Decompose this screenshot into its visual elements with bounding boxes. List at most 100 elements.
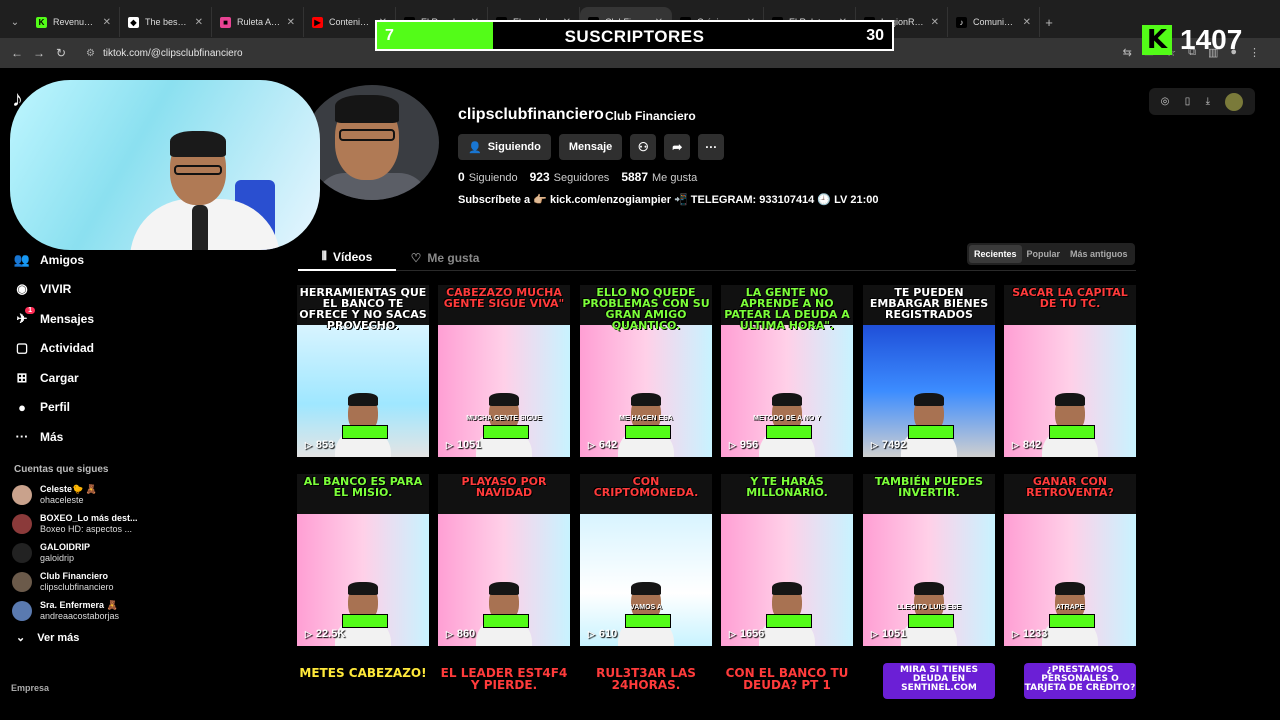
following-account[interactable]: BOXEO_Lo más dest... Boxeo HD: aspectos .… xyxy=(0,510,150,539)
coins-icon[interactable]: ◎ xyxy=(1161,96,1170,107)
video-card[interactable]: AL BANCO ES PARA EL MISIO. ▷ 22.5K xyxy=(297,474,429,646)
video-card[interactable]: LA GENTE NO APRENDE A NO PATEAR LA DEUDA… xyxy=(721,285,853,457)
play-icon: ▷ xyxy=(871,628,878,639)
play-icon: ▷ xyxy=(305,628,312,639)
following-account[interactable]: Sra. Enfermera 🧸 andreaacostaborjas xyxy=(0,597,150,626)
sort-recent[interactable]: Recientes xyxy=(969,245,1022,263)
sidebar-item-vivir[interactable]: ◉ VIVIR xyxy=(0,275,150,305)
video-card[interactable]: ¿PRESTAMOS PERSONALES O TARJETA DE CREDI… xyxy=(1004,663,1136,699)
upload-icon: ⊞ xyxy=(14,370,30,386)
following-account-name: GALOIDRIP xyxy=(40,542,91,552)
reload-icon[interactable]: ↻ xyxy=(50,42,72,64)
sort-oldest[interactable]: Más antiguos xyxy=(1065,245,1133,263)
following-stat[interactable]: 0 Siguiendo xyxy=(458,170,518,184)
video-card[interactable]: RUL3T3AR LAS 24HORAS. xyxy=(580,663,712,699)
sidebar-item-cargar[interactable]: ⊞ Cargar xyxy=(0,363,150,393)
view-count: 860 xyxy=(456,628,476,640)
video-card[interactable]: HERRAMIENTAS QUE EL BANCO TE OFRECE Y NO… xyxy=(297,285,429,457)
see-more-button[interactable]: ⌄ Ver más xyxy=(0,626,150,650)
video-card[interactable]: CON CRIPTOMONEDA. VAMOS A ▷ 610 xyxy=(580,474,712,646)
following-heading: Cuentas que sigues xyxy=(14,463,109,475)
video-card[interactable]: GANAR CON RETROVENTA? ATRAPE ▷ 1233 xyxy=(1004,474,1136,646)
browser-menu-icon[interactable]: ⋮ xyxy=(1249,46,1260,59)
close-tab-icon[interactable]: ✕ xyxy=(195,17,203,28)
close-tab-icon[interactable]: ✕ xyxy=(287,17,295,28)
new-tab-icon[interactable]: + xyxy=(1040,13,1058,31)
browser-tab[interactable]: K Revenue - K ✕ xyxy=(28,7,120,37)
view-count: 22.5K xyxy=(315,628,346,640)
add-user-icon: ⚇ xyxy=(637,140,649,154)
tab-videos[interactable]: ⦀ Vídeos xyxy=(298,244,396,271)
video-caption: CON CRIPTOMONEDA. xyxy=(593,475,699,499)
following-account[interactable]: Celeste🐤 🧸 ohaceleste xyxy=(0,481,150,510)
video-subtitle: LLEGITO LUIS ESE xyxy=(896,604,962,611)
following-account-name: Club Financiero xyxy=(40,571,109,581)
video-card[interactable]: Y TE HARÁS MILLONARIO. ▷ 1656 xyxy=(721,474,853,646)
tab-likes[interactable]: ♡ Me gusta xyxy=(396,244,494,271)
video-card[interactable]: PLAYASO POR NAVIDAD ▷ 860 xyxy=(438,474,570,646)
video-card[interactable]: CON EL BANCO TU DEUDA? PT 1 xyxy=(721,663,853,699)
view-count: 610 xyxy=(598,628,618,640)
tab-title: Contenido d xyxy=(329,17,373,27)
play-icon: ▷ xyxy=(446,628,453,639)
following-account-text: BOXEO_Lo más dest... Boxeo HD: aspectos .… xyxy=(40,513,138,535)
tab-search-icon[interactable]: ⌄ xyxy=(6,13,24,31)
close-tab-icon[interactable]: ✕ xyxy=(931,17,939,28)
following-account-text: GALOIDRIP galoidrip xyxy=(40,542,90,564)
browser-tab[interactable]: ■ Ruleta Aleat ✕ xyxy=(212,7,304,37)
browser-tab[interactable]: ♪ Comunidad ✕ xyxy=(948,7,1040,37)
video-card[interactable]: SACAR LA CAPITAL DE TU TC. ▷ 842 xyxy=(1004,285,1136,457)
message-button[interactable]: Mensaje xyxy=(558,134,623,160)
webcam-person xyxy=(130,131,280,250)
video-card[interactable]: EL LEADER EST4F4 Y PIERDE. xyxy=(438,663,570,699)
kick-badge xyxy=(625,425,671,439)
followers-stat[interactable]: 923 Seguidores xyxy=(530,170,610,184)
close-tab-icon[interactable]: ✕ xyxy=(1023,17,1031,28)
sort-popular[interactable]: Popular xyxy=(1022,245,1066,263)
video-card[interactable]: TAMBIÉN PUEDES INVERTIR. LLEGITO LUIS ESE… xyxy=(863,474,995,646)
more-options-button[interactable]: ··· xyxy=(698,134,725,160)
following-account[interactable]: GALOIDRIP galoidrip xyxy=(0,539,150,568)
video-card[interactable]: ELLO NO QUEDE PROBLEMAS CON SU GRAN AMIG… xyxy=(580,285,712,457)
footer-company-link[interactable]: Empresa xyxy=(11,683,49,693)
suggested-accounts-button[interactable]: ⚇ xyxy=(630,134,657,160)
user-avatar[interactable] xyxy=(1225,92,1244,111)
forward-icon[interactable]: → xyxy=(28,42,50,64)
back-icon[interactable]: ← xyxy=(6,42,28,64)
sidebar-item-ms[interactable]: ··· Más xyxy=(0,422,150,452)
sidebar-item-mensajes[interactable]: ✈ 1 Mensajes xyxy=(0,304,150,334)
profile-username: clipsclubfinanciero xyxy=(458,106,604,123)
following-account-handle: clipsclubfinanciero xyxy=(40,582,114,592)
video-caption: PLAYASO POR NAVIDAD xyxy=(461,475,547,499)
following-account-text: Celeste🐤 🧸 ohaceleste xyxy=(40,484,97,506)
following-account[interactable]: Club Financiero clipsclubfinanciero xyxy=(0,568,150,597)
user-check-icon: 👤 xyxy=(468,141,482,154)
device-icon[interactable]: ▯ xyxy=(1185,96,1191,107)
video-views: ▷ 1051 xyxy=(871,628,906,640)
sidebar-item-actividad[interactable]: ▢ Actividad xyxy=(0,334,150,364)
video-card[interactable]: CABEZAZO MUCHA GENTE SIGUE VIVA" MUCHA GE… xyxy=(438,285,570,457)
kick-badge xyxy=(342,614,388,628)
following-button[interactable]: 👤 Siguiendo xyxy=(458,134,551,160)
translate-icon[interactable]: ⇆ xyxy=(1123,46,1132,59)
video-card[interactable]: TE PUEDEN EMBARGAR BIENES REGISTRADOS ▷ 74… xyxy=(863,285,995,457)
profile-icon-glyph: ● xyxy=(18,399,26,415)
video-card[interactable]: MIRA SI TIENES DEUDA EN SENTINEL.COM xyxy=(863,663,995,699)
sidebar-item-label: Mensajes xyxy=(40,311,95,326)
tab-favicon-icon: ♪ xyxy=(956,16,967,28)
browser-tab[interactable]: ◆ The best Cli ✕ xyxy=(120,7,212,37)
site-info-icon[interactable]: ⚙ xyxy=(86,48,95,59)
sidebar-item-perfil[interactable]: ● Perfil xyxy=(0,393,150,423)
close-tab-icon[interactable]: ✕ xyxy=(103,17,111,28)
video-card[interactable]: METES CABEZAZO! xyxy=(297,663,429,699)
more-icon-glyph: ··· xyxy=(15,429,29,445)
tab-title: Ruleta Aleat xyxy=(237,17,281,27)
video-views: ▷ 1233 xyxy=(1012,628,1047,640)
video-subtitle: MUCHA GENTE SIGUE xyxy=(466,415,542,422)
download-icon[interactable]: ⤓ xyxy=(1206,96,1210,107)
share-button[interactable]: ➦ xyxy=(664,134,691,160)
more-icon: ··· xyxy=(705,140,718,154)
profile-display-name: Club Financiero xyxy=(605,109,696,123)
play-icon: ▷ xyxy=(1012,439,1019,450)
video-caption: ELLO NO QUEDE PROBLEMAS CON SU GRAN AMIG… xyxy=(582,286,710,332)
